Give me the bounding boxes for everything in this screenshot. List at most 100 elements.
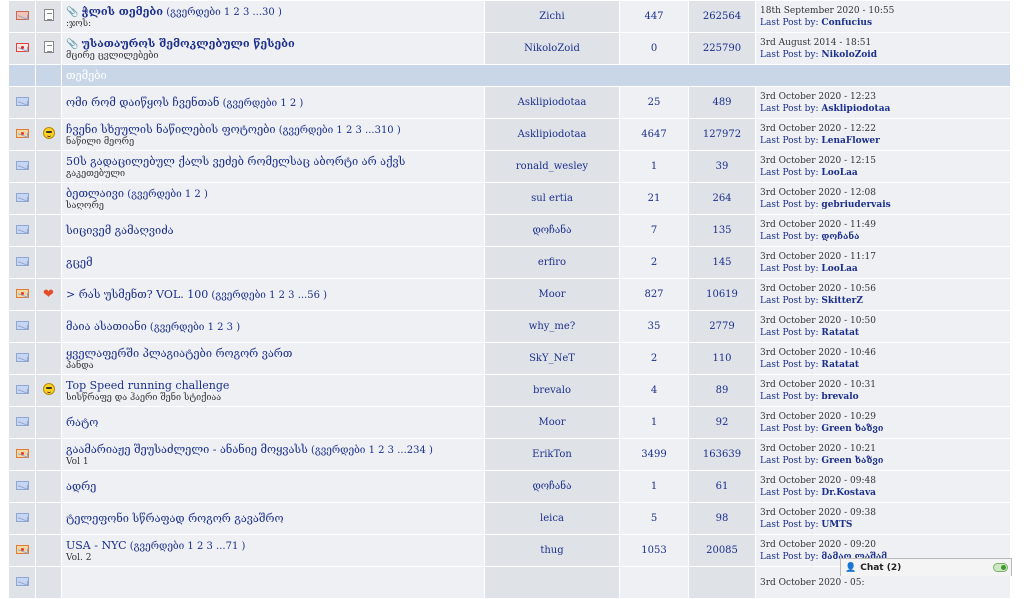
topic-starter-link[interactable]: leica — [484, 502, 620, 535]
replies-count[interactable]: 2 — [619, 342, 689, 375]
topic-starter-link[interactable]: brevalo — [484, 374, 620, 407]
last-post-author-link[interactable]: Ratatat — [821, 328, 859, 338]
envelope-icon[interactable] — [15, 160, 29, 170]
topic-title-link[interactable]: სიცივემ გამაღვიძა — [66, 224, 174, 237]
chat-bar[interactable]: 👤 Chat (2) — [840, 558, 1012, 576]
last-post-date[interactable]: 3rd August 2014 - 18:51 — [760, 38, 871, 48]
page-links[interactable]: 1 2 3 ...234 — [369, 445, 426, 456]
last-post-author-link[interactable]: Asklipiodotaa — [821, 104, 890, 114]
page-links[interactable]: 1 2 3 ...71 — [187, 541, 238, 552]
topic-title-link[interactable]: რატო — [66, 416, 98, 429]
replies-count[interactable]: 827 — [619, 278, 689, 311]
envelope-icon[interactable] — [15, 96, 29, 106]
last-post-date[interactable]: 3rd October 2020 - 10:29 — [760, 412, 876, 422]
topic-starter-link[interactable]: why_me? — [484, 310, 620, 343]
last-post-date[interactable]: 3rd October 2020 - 10:21 — [760, 444, 876, 454]
topic-title-link[interactable]: ჭლის თემები — [82, 5, 163, 18]
topic-starter-link[interactable]: Asklipiodotaa — [484, 86, 620, 119]
envelope-icon[interactable] — [15, 416, 29, 426]
envelope-icon[interactable] — [15, 512, 29, 522]
last-post-date[interactable]: 3rd October 2020 - 09:48 — [760, 476, 876, 486]
replies-count[interactable]: 4647 — [619, 118, 689, 151]
replies-count[interactable]: 7 — [619, 214, 689, 247]
last-post-author-link[interactable]: SkitterZ — [821, 296, 863, 306]
topic-title-link[interactable]: ომი რომ დაიწყოს ჩვენთან — [66, 96, 219, 109]
last-post-date[interactable]: 3rd October 2020 - 05: — [760, 578, 865, 588]
topic-starter-link[interactable]: დოჩანა — [484, 470, 620, 503]
topic-starter-link[interactable]: Asklipiodotaa — [484, 118, 620, 151]
envelope-pinned-icon[interactable] — [15, 42, 29, 52]
last-post-date[interactable]: 3rd October 2020 - 10:56 — [760, 284, 876, 294]
last-post-date[interactable]: 3rd October 2020 - 11:17 — [760, 252, 876, 262]
replies-count[interactable] — [619, 566, 689, 599]
last-post-author-link[interactable]: brevalo — [821, 392, 858, 402]
topic-title-link[interactable]: გცემ — [66, 256, 93, 269]
replies-count[interactable]: 1 — [619, 470, 689, 503]
envelope-icon[interactable] — [15, 224, 29, 234]
topic-title-link[interactable]: USA - NYC — [66, 539, 127, 552]
page-links[interactable]: 1 2 3 ...310 — [336, 125, 393, 136]
topic-title-link[interactable]: 50ს გადაცილებულ ქალს ვეძებ რომელსაც აბორ… — [66, 155, 405, 168]
page-links[interactable]: 1 2 — [280, 98, 296, 109]
last-post-author-link[interactable]: UMTS — [821, 520, 852, 530]
envelope-icon[interactable] — [15, 576, 29, 586]
last-post-author-link[interactable]: Dr.Kostava — [821, 488, 876, 498]
topic-starter-link[interactable]: ronald_wesley — [484, 150, 620, 183]
topic-title-link[interactable]: Top Speed running challenge — [66, 379, 229, 392]
last-post-date[interactable]: 3rd October 2020 - 10:50 — [760, 316, 876, 326]
envelope-icon[interactable] — [15, 384, 29, 394]
envelope-icon[interactable] — [15, 192, 29, 202]
topic-title-link[interactable]: გაამარიაჟე შეუსაძლელი - ანანიე მოყვასს — [66, 443, 308, 456]
last-post-author-link[interactable]: Confucius — [821, 18, 872, 28]
envelope-hot-icon[interactable] — [15, 288, 29, 298]
topic-starter-link[interactable]: SkY_NeT — [484, 342, 620, 375]
topic-title-link[interactable]: უსათაუროს შემოკლებული წესები — [82, 37, 295, 50]
topic-starter-link[interactable] — [484, 566, 620, 599]
last-post-author-link[interactable]: Green ხაზვი — [821, 424, 883, 434]
replies-count[interactable]: 1 — [619, 150, 689, 183]
last-post-date[interactable]: 18th September 2020 - 10:55 — [760, 6, 894, 16]
replies-count[interactable]: 1053 — [619, 534, 689, 567]
replies-count[interactable]: 3499 — [619, 438, 689, 471]
topic-title-link[interactable]: > რას უსმენთ? VOL. 100 — [66, 288, 208, 301]
replies-count[interactable]: 0 — [619, 32, 689, 65]
topic-title-link[interactable]: ყველაფერში პლაგიატები როგორ ვართ — [66, 347, 292, 360]
page-links[interactable]: 1 2 3 ...30 — [224, 7, 275, 18]
last-post-author-link[interactable]: LooLaa — [821, 264, 857, 274]
last-post-author-link[interactable]: gebriudervais — [821, 200, 890, 210]
replies-count[interactable]: 4 — [619, 374, 689, 407]
replies-count[interactable]: 35 — [619, 310, 689, 343]
last-post-author-link[interactable]: Ratatat — [821, 360, 859, 370]
last-post-date[interactable]: 3rd October 2020 - 12:22 — [760, 124, 876, 134]
topic-title-link[interactable]: ადრე — [66, 480, 96, 493]
replies-count[interactable]: 21 — [619, 182, 689, 215]
last-post-date[interactable]: 3rd October 2020 - 10:31 — [760, 380, 876, 390]
topic-title-link[interactable]: ჩვენი სხეულის ნაწილების ფოტოები — [66, 123, 276, 136]
envelope-hot-icon[interactable] — [15, 128, 29, 138]
topic-title-link[interactable]: ტელეფონი სწრაფად როგორ გავაშრო — [66, 512, 284, 525]
replies-count[interactable]: 447 — [619, 0, 689, 33]
replies-count[interactable]: 25 — [619, 86, 689, 119]
chat-label[interactable]: Chat (2) — [860, 563, 901, 573]
envelope-hot-icon[interactable] — [15, 448, 29, 458]
replies-count[interactable]: 5 — [619, 502, 689, 535]
last-post-date[interactable]: 3rd October 2020 - 12:08 — [760, 188, 876, 198]
topic-title-link[interactable]: ბეთლაივი — [66, 187, 124, 200]
topic-starter-link[interactable]: erfiro — [484, 246, 620, 279]
last-post-date[interactable]: 3rd October 2020 - 10:46 — [760, 348, 876, 358]
last-post-author-link[interactable]: LenaFlower — [821, 136, 879, 146]
last-post-date[interactable]: 3rd October 2020 - 12:23 — [760, 92, 876, 102]
replies-count[interactable]: 2 — [619, 246, 689, 279]
last-post-date[interactable]: 3rd October 2020 - 09:38 — [760, 508, 876, 518]
page-links[interactable]: 1 2 — [185, 189, 201, 200]
topic-starter-link[interactable]: thug — [484, 534, 620, 567]
topic-starter-link[interactable]: Moor — [484, 278, 620, 311]
envelope-sticky-icon[interactable] — [15, 10, 29, 20]
page-links[interactable]: 1 2 3 ...56 — [269, 290, 320, 301]
last-post-author-link[interactable]: დოჩანა — [821, 232, 859, 242]
topic-starter-link[interactable]: დოჩანა — [484, 214, 620, 247]
chat-toggle-switch[interactable] — [993, 563, 1008, 572]
last-post-date[interactable]: 3rd October 2020 - 11:49 — [760, 220, 876, 230]
topic-starter-link[interactable]: ErikTon — [484, 438, 620, 471]
replies-count[interactable]: 1 — [619, 406, 689, 439]
